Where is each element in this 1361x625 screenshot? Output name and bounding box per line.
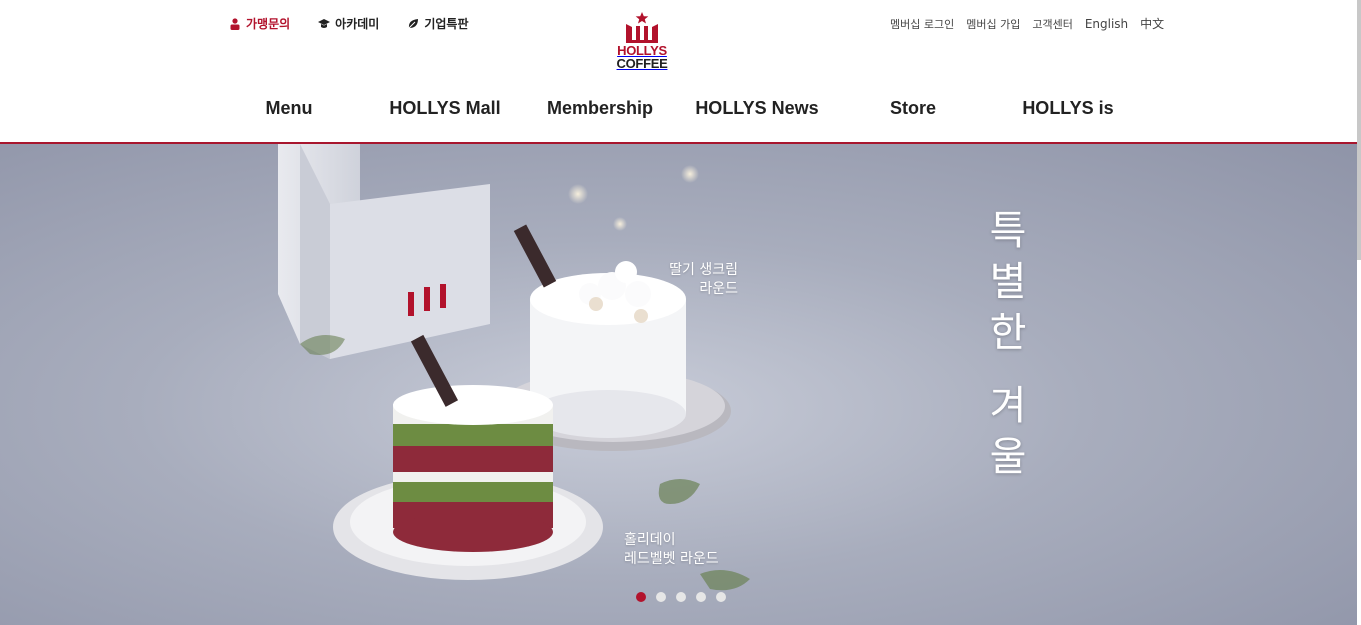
corporate-sales-label: 기업특판 [424,17,469,31]
person-icon [230,17,240,30]
franchise-inquiry-label: 가맹문의 [246,17,291,31]
headline-char [985,359,1031,381]
headline-char: 특 [989,208,1027,254]
logo-wordmark: HOLLYS COFFEE [612,44,672,70]
nav-hollys-is[interactable]: HOLLYS is [1022,98,1113,119]
scrollbar[interactable] [1357,0,1361,260]
utility-menu-left: 가맹문의 아카데미 기업특판 [229,15,469,32]
slide-dot-4[interactable] [696,592,706,602]
franchise-inquiry-link[interactable]: 가맹문의 [229,15,290,32]
site-header: 가맹문의 아카데미 기업특판 HOLLYS COFFEE 멤버십 로그인 멤버십… [0,0,1361,144]
headline-char: 별 [989,259,1027,305]
member-login-link[interactable]: 멤버십 로그인 [890,16,954,32]
nav-hollys-news[interactable]: HOLLYS News [695,98,818,119]
academy-link[interactable]: 아카데미 [318,15,379,32]
slide-dot-3[interactable] [676,592,686,602]
slide-dot-1[interactable] [636,592,646,602]
slide-dot-5[interactable] [716,592,726,602]
corporate-sales-link[interactable]: 기업특판 [407,15,469,32]
academy-label: 아카데미 [335,17,380,31]
chinese-link[interactable]: 中文 [1140,15,1164,32]
caption-strawberry-cream-round: 딸기 생크림 라운드 [640,261,738,299]
member-join-link[interactable]: 멤버십 가입 [966,16,1020,32]
hollys-coffee-logo[interactable]: HOLLYS COFFEE [612,12,672,78]
caption-line: 레드벨벳 라운드 [624,551,719,567]
hero-banner[interactable]: 특 별 한 겨 울 딸기 생크림 라운드 홀리데이 레드벨벳 라운드 [0,144,1357,625]
hero-headline: 특 별 한 겨 울 [985,206,1031,483]
caption-line: 라운드 [699,281,738,297]
slide-dot-2[interactable] [656,592,666,602]
logo-line-2: COFFEE [616,56,668,71]
main-navigation: Menu HOLLYS Mall Membership HOLLYS News … [0,98,1361,128]
utility-menu-right: 멤버십 로그인 멤버십 가입 고객센터 English 中文 [890,15,1164,32]
caption-holiday-red-velvet: 홀리데이 레드벨벳 라운드 [624,531,719,569]
nav-store[interactable]: Store [890,98,936,119]
graduation-cap-icon [318,18,331,28]
slider-pagination [636,592,726,602]
nav-membership[interactable]: Membership [547,98,653,119]
headline-char: 겨 [989,383,1027,429]
headline-char: 울 [989,434,1027,480]
customer-center-link[interactable]: 고객센터 [1032,16,1072,32]
caption-line: 홀리데이 [624,532,676,548]
leaf-icon [408,18,419,28]
nav-menu[interactable]: Menu [266,98,313,119]
box-logo-mark [408,292,414,316]
crown-star-icon [626,12,658,43]
headline-char: 한 [989,310,1027,356]
caption-line: 딸기 생크림 [669,262,738,278]
nav-hollys-mall[interactable]: HOLLYS Mall [389,98,500,119]
english-link[interactable]: English [1085,17,1128,31]
